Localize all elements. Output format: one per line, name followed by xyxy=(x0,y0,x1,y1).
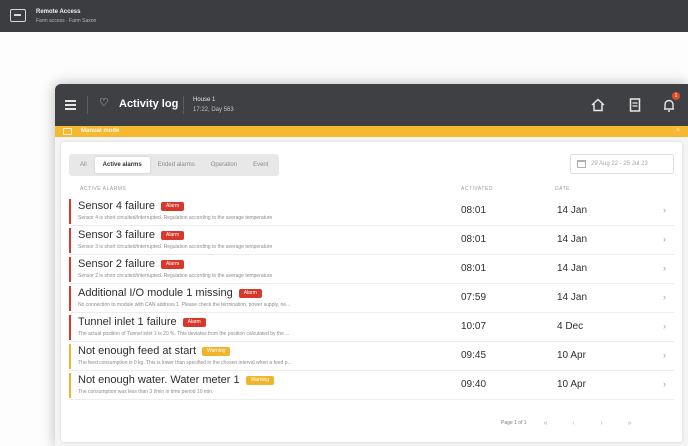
home-icon[interactable] xyxy=(589,96,607,114)
remote-access-title: Remote Access xyxy=(36,9,81,15)
remote-access-bar: Remote Access Farm access · Farm Saxon xyxy=(0,0,688,32)
severity-badge: Alarm xyxy=(182,318,206,327)
alarm-title: Tunnel inlet 1 failure xyxy=(78,316,177,328)
alarm-date: 10 Apr xyxy=(557,350,586,361)
severity-stripe xyxy=(69,373,71,398)
tab-event[interactable]: Event xyxy=(245,157,276,173)
chevron-right-icon[interactable]: › xyxy=(663,292,666,302)
activated-time: 08:01 xyxy=(461,263,487,274)
alarm-description: Sensor 3 is short circuited/interrupted.… xyxy=(78,244,273,250)
alarm-title: Not enough water. Water meter 1 xyxy=(78,374,240,386)
alarm-title: Sensor 2 failure xyxy=(78,258,156,270)
activated-time: 08:01 xyxy=(461,234,487,245)
date-range-value: 29 Aug 22 - 25 Jul 23 xyxy=(591,161,648,167)
filter-tabs: All Active alarms Ended alarms Operation… xyxy=(69,154,280,176)
chevron-right-icon[interactable]: › xyxy=(663,263,666,273)
next-page-button[interactable]: › xyxy=(597,420,607,427)
house-detail: 17:22, Day 563 xyxy=(193,107,234,113)
screen: Remote Access Farm access · Farm Saxon ♡… xyxy=(0,0,688,446)
date-range-picker[interactable]: 29 Aug 22 - 25 Jul 23 xyxy=(570,154,674,174)
chevron-right-icon[interactable]: › xyxy=(663,379,666,389)
chevron-right-icon[interactable]: › xyxy=(663,321,666,331)
alarm-date: 14 Jan xyxy=(557,205,588,216)
severity-badge: Warning xyxy=(202,347,231,356)
first-page-button[interactable]: « xyxy=(541,420,551,427)
activated-time: 09:40 xyxy=(461,379,487,390)
remote-access-subtitle: Farm access · Farm Saxon xyxy=(36,18,97,24)
table-row[interactable]: Sensor 3 failure Alarm Sensor 3 is short … xyxy=(69,226,674,255)
activated-time: 09:45 xyxy=(461,350,487,361)
alarm-date: 14 Jan xyxy=(557,292,588,303)
table-row[interactable]: Sensor 2 failure Alarm Sensor 2 is short … xyxy=(69,255,674,284)
severity-stripe xyxy=(69,257,71,282)
table-row[interactable]: Not enough feed at start Warning The feed… xyxy=(69,342,674,371)
manual-mode-icon xyxy=(63,128,72,135)
severity-stripe xyxy=(69,344,71,369)
table-row[interactable]: Tunnel inlet 1 failure Alarm The actual p… xyxy=(69,313,674,342)
column-header-date: DATE xyxy=(555,186,570,192)
bell-icon: ♡ xyxy=(99,97,109,109)
manual-mode-banner: Manual mode × xyxy=(55,126,688,137)
close-icon[interactable]: × xyxy=(676,127,680,134)
previous-page-button[interactable]: ‹ xyxy=(569,420,579,427)
table-row[interactable]: Additional I/O module 1 missing Alarm No … xyxy=(69,284,674,313)
severity-badge: Alarm xyxy=(161,202,185,211)
alarm-list: Sensor 4 failure Alarm Sensor 4 is short … xyxy=(69,197,674,400)
severity-stripe xyxy=(69,228,71,253)
alarm-date: 14 Jan xyxy=(557,263,588,274)
hamburger-menu-icon[interactable] xyxy=(65,100,76,110)
page-indicator: Page 1 of 1 xyxy=(501,420,527,426)
house-name[interactable]: House 1 xyxy=(193,97,215,103)
activated-time: 10:07 xyxy=(461,321,487,332)
activity-log-card: All Active alarms Ended alarms Operation… xyxy=(61,142,682,442)
table-row[interactable]: Sensor 4 failure Alarm Sensor 4 is short … xyxy=(69,197,674,226)
alarm-title: Additional I/O module 1 missing xyxy=(78,287,233,299)
severity-stripe xyxy=(69,315,71,340)
page-title: Activity log xyxy=(119,98,179,110)
tab-all[interactable]: All xyxy=(72,157,95,173)
alarm-date: 14 Jan xyxy=(557,234,588,245)
severity-stripe xyxy=(69,199,71,224)
remote-access-icon xyxy=(10,9,26,22)
activated-time: 07:59 xyxy=(461,292,487,303)
table-row[interactable]: Not enough water. Water meter 1 Warning T… xyxy=(69,371,674,400)
topbar-divider-2 xyxy=(183,96,184,114)
top-bar: ♡ Activity log House 1 17:22, Day 563 1 xyxy=(55,84,688,126)
severity-badge: Alarm xyxy=(238,289,262,298)
last-page-button[interactable]: » xyxy=(625,420,635,427)
manual-mode-label: Manual mode xyxy=(81,128,120,134)
alarm-title: Sensor 4 failure xyxy=(78,200,156,212)
alarm-title: Not enough feed at start xyxy=(78,345,197,357)
alarm-date: 10 Apr xyxy=(557,379,586,390)
activated-time: 08:01 xyxy=(461,205,487,216)
tab-active-alarms[interactable]: Active alarms xyxy=(94,157,150,173)
notification-count-badge: 1 xyxy=(672,92,680,100)
calendar-icon xyxy=(577,160,586,168)
alarm-description: The actual position of Tunnel inlet 1 is… xyxy=(78,331,290,337)
alarm-description: The feed consumption is 0 kg. This is lo… xyxy=(78,360,292,366)
chevron-right-icon[interactable]: › xyxy=(663,350,666,360)
column-header-activated: ACTIVATED xyxy=(461,186,493,192)
alarm-description: No connection to module with CAN address… xyxy=(78,302,291,308)
column-header-alarm: ACTIVE ALARMS xyxy=(80,186,127,192)
severity-badge: Alarm xyxy=(161,231,185,240)
tab-operation[interactable]: Operation xyxy=(203,157,245,173)
topbar-divider xyxy=(87,96,88,114)
alarm-date: 4 Dec xyxy=(557,321,584,332)
alarm-description: Sensor 2 is short circuited/interrupted.… xyxy=(78,273,273,279)
chevron-right-icon[interactable]: › xyxy=(663,234,666,244)
document-icon[interactable] xyxy=(626,96,644,114)
severity-badge: Alarm xyxy=(161,260,185,269)
severity-badge: Warning xyxy=(245,376,275,385)
alarm-description: The consumption was less than 3 l/min in… xyxy=(78,389,214,395)
alarm-title: Sensor 3 failure xyxy=(78,229,156,241)
severity-stripe xyxy=(69,286,71,311)
chevron-right-icon[interactable]: › xyxy=(663,205,666,215)
app-window: ♡ Activity log House 1 17:22, Day 563 1 … xyxy=(55,84,688,446)
pagination: Page 1 of 1 « ‹ › » xyxy=(501,416,653,430)
alarm-description: Sensor 4 is short circuited/interrupted.… xyxy=(78,215,273,221)
tab-ended-alarms[interactable]: Ended alarms xyxy=(150,157,203,173)
